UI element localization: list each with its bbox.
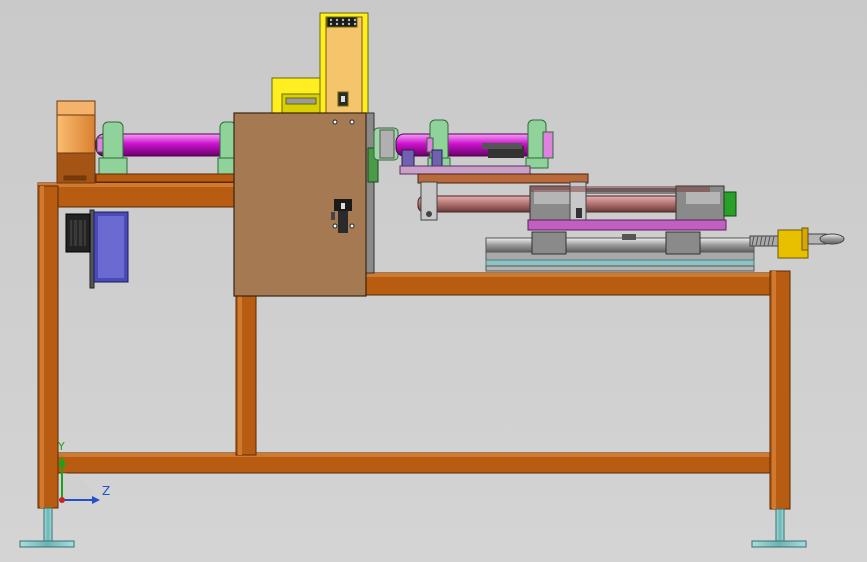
leveling-feet <box>19 507 807 548</box>
cad-viewport[interactable]: Y Z <box>0 0 867 562</box>
motor-block-blue <box>65 209 129 289</box>
center-panel <box>233 112 379 297</box>
purple-slide-plate <box>527 219 727 231</box>
lower-guide-rod <box>417 181 737 223</box>
bearing-block-4 <box>525 119 554 169</box>
machine-assembly-drawing <box>19 12 845 548</box>
left-main-shaft <box>95 121 239 183</box>
right-main-shaft <box>373 119 554 169</box>
y-axis-label: Y <box>58 440 65 453</box>
lead-screw <box>749 227 845 259</box>
upper-carriage-plate <box>417 173 589 184</box>
yellow-guard <box>271 12 369 122</box>
z-axis-label: Z <box>102 484 111 498</box>
bearing-block-1 <box>96 121 128 175</box>
bearing-block-2 <box>217 121 237 175</box>
linear-slide-rail <box>485 231 755 272</box>
motor-housing <box>56 100 96 184</box>
